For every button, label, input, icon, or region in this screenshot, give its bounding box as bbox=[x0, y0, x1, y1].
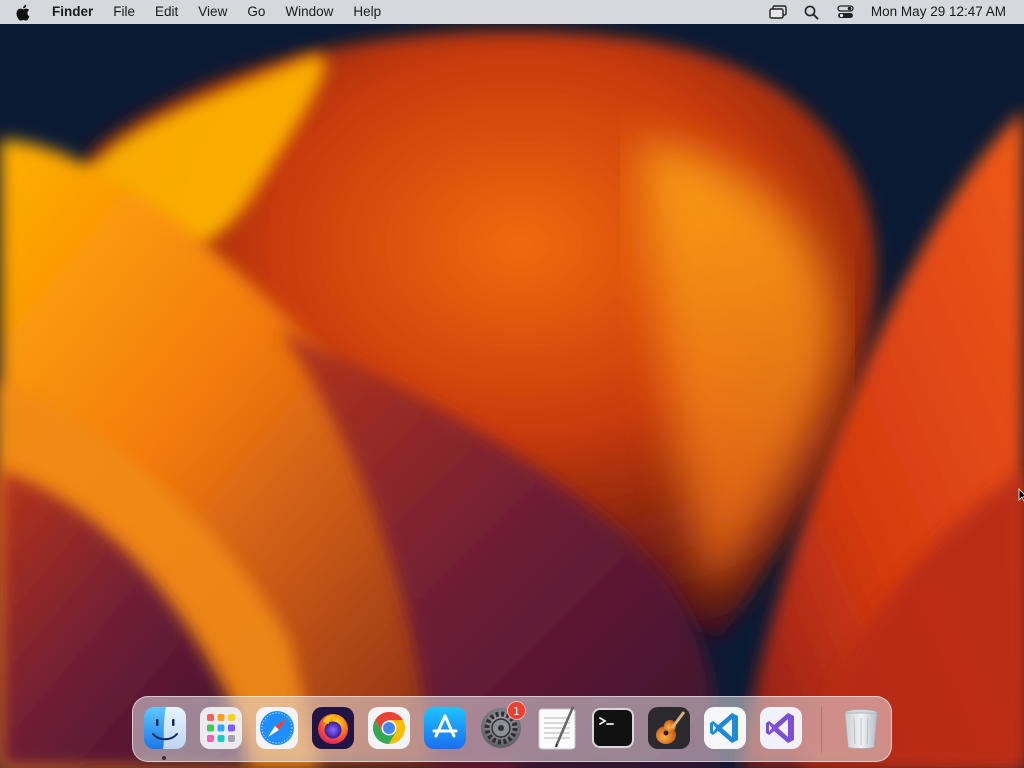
dock-item-vscode[interactable] bbox=[701, 704, 749, 752]
visual-studio-icon bbox=[760, 707, 802, 749]
finder-icon bbox=[144, 707, 186, 749]
safari-icon bbox=[256, 707, 298, 749]
menu-app-name[interactable]: Finder bbox=[44, 0, 103, 24]
dock-item-launchpad[interactable] bbox=[197, 704, 245, 752]
chrome-icon bbox=[368, 707, 410, 749]
mouse-cursor-icon bbox=[1018, 487, 1024, 502]
menu-window[interactable]: Window bbox=[275, 0, 343, 24]
dock-item-terminal[interactable] bbox=[589, 704, 637, 752]
desktop-wallpaper bbox=[0, 0, 1024, 768]
menu-go[interactable]: Go bbox=[237, 0, 275, 24]
dock-separator bbox=[821, 707, 822, 753]
apple-menu-icon[interactable] bbox=[0, 0, 44, 24]
trash-icon bbox=[844, 709, 878, 749]
app-store-icon bbox=[424, 707, 466, 749]
garageband-icon bbox=[648, 707, 690, 749]
menu-help[interactable]: Help bbox=[343, 0, 391, 24]
firefox-icon bbox=[312, 707, 354, 749]
dock-item-firefox[interactable] bbox=[309, 704, 357, 752]
menu-file[interactable]: File bbox=[103, 0, 145, 24]
launchpad-icon bbox=[200, 707, 242, 749]
vscode-icon bbox=[704, 707, 746, 749]
finder-running-indicator bbox=[162, 756, 166, 760]
menu-bar-left: Finder File Edit View Go Window Help bbox=[0, 0, 391, 24]
menu-bar-right: Mon May 29 12:47 AM bbox=[761, 0, 1014, 24]
dock-item-app-store[interactable] bbox=[421, 704, 469, 752]
spotlight-search-icon[interactable] bbox=[795, 0, 829, 24]
menu-bar-clock[interactable]: Mon May 29 12:47 AM bbox=[863, 0, 1014, 24]
control-center-icon[interactable] bbox=[829, 0, 863, 24]
dock-item-system-settings[interactable]: 1 bbox=[477, 701, 526, 752]
screen-mirroring-icon[interactable] bbox=[761, 0, 795, 24]
dock-item-visual-studio[interactable] bbox=[757, 704, 805, 752]
textedit-icon bbox=[538, 706, 576, 750]
dock-item-garageband[interactable] bbox=[645, 704, 693, 752]
menu-bar: Finder File Edit View Go Window Help Mon… bbox=[0, 0, 1024, 24]
terminal-icon bbox=[592, 708, 634, 748]
dock-item-chrome[interactable] bbox=[365, 704, 413, 752]
dock-item-trash[interactable] bbox=[837, 704, 885, 752]
system-settings-badge: 1 bbox=[507, 701, 526, 720]
dock-item-safari[interactable] bbox=[253, 704, 301, 752]
dock-item-finder[interactable] bbox=[141, 704, 189, 752]
dock-item-textedit[interactable] bbox=[533, 704, 581, 752]
dock: 1 bbox=[132, 696, 892, 762]
menu-edit[interactable]: Edit bbox=[145, 0, 188, 24]
menu-view[interactable]: View bbox=[188, 0, 237, 24]
